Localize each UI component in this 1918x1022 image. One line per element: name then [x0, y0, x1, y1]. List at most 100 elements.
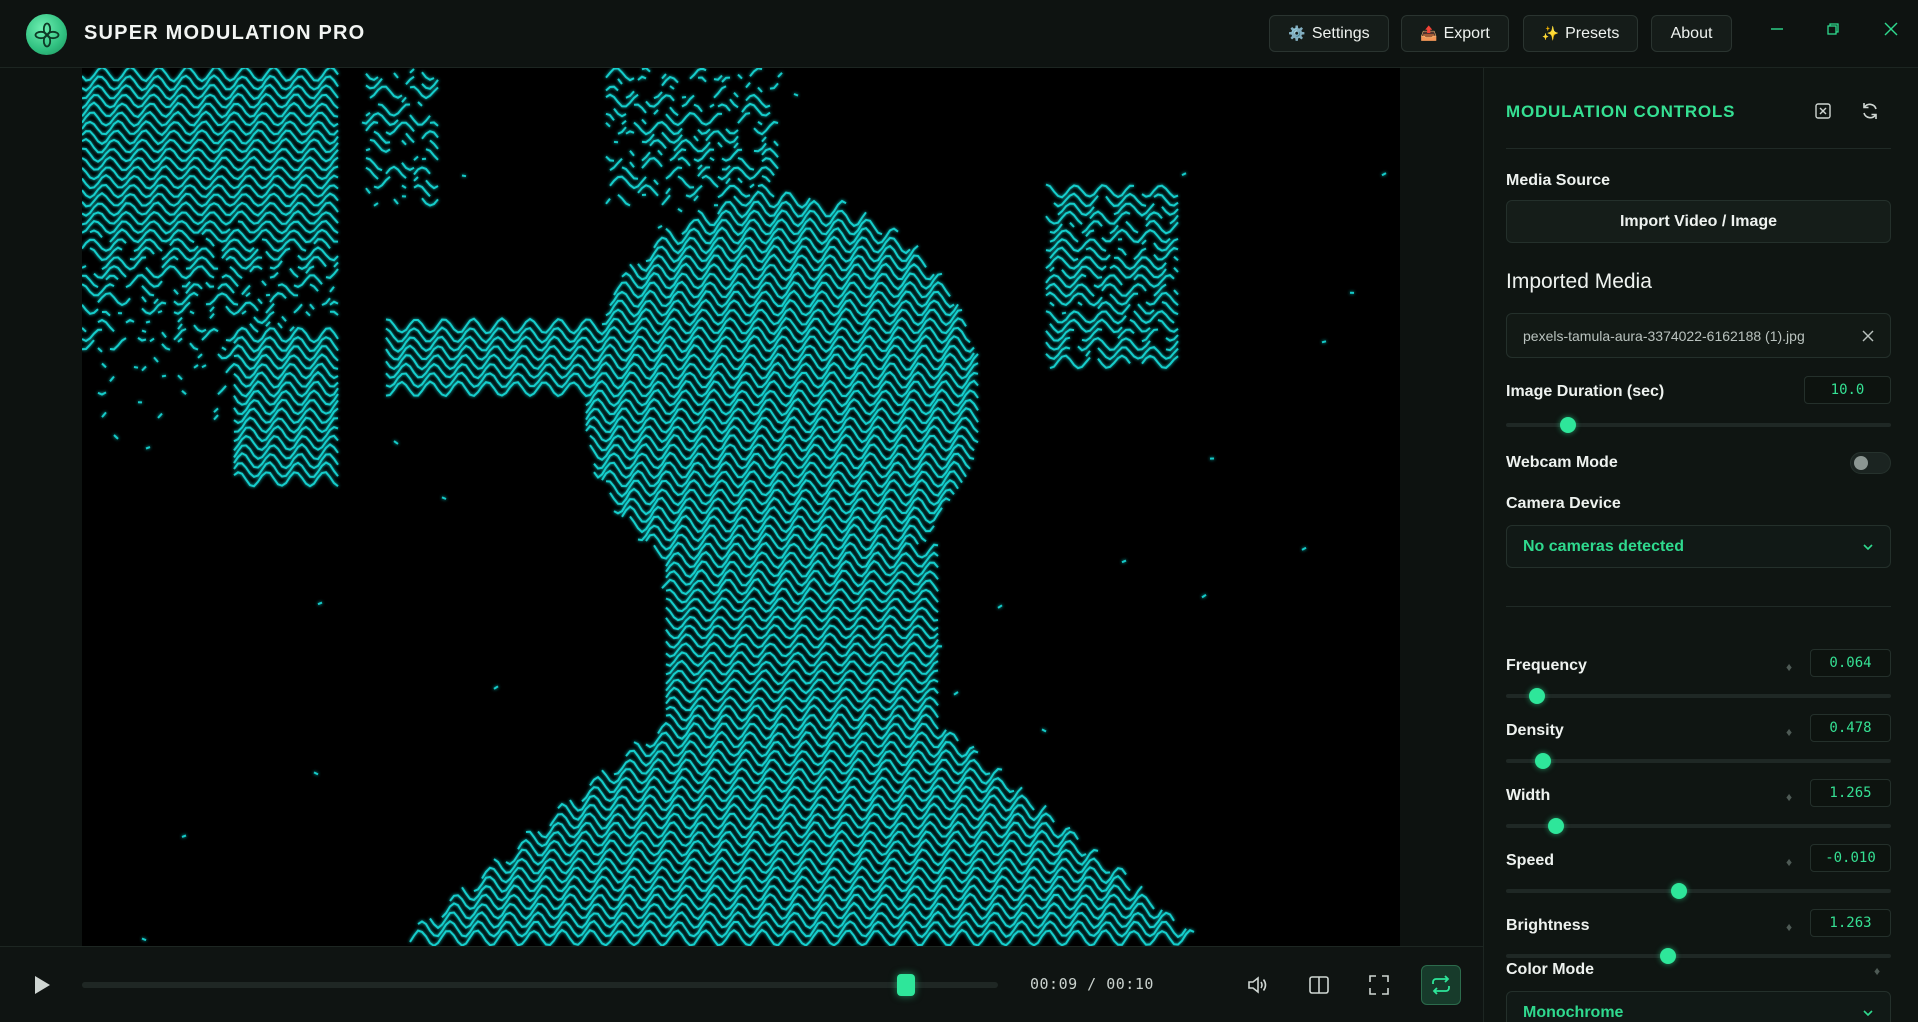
modulation-wave-line [666, 570, 1330, 586]
keyframe-diamond-icon[interactable]: ♦ [1786, 790, 1792, 804]
refresh-button[interactable] [1857, 98, 1883, 124]
modulation-wave-line [82, 264, 1362, 280]
color-mode-label: Color Mode [1506, 961, 1594, 978]
param-slider-thumb[interactable] [1659, 948, 1676, 964]
modulation-wave-line [90, 228, 1310, 245]
param-value-brightness[interactable]: 1.263 [1810, 909, 1891, 937]
close-window-button[interactable] [1876, 14, 1906, 44]
camera-device-label: Camera Device [1506, 495, 1621, 512]
import-media-button[interactable]: Import Video / Image [1506, 200, 1891, 243]
keyframe-diamond-icon[interactable]: ♦ [1786, 660, 1792, 674]
modulation-wave-line [82, 201, 1390, 217]
webcam-mode-toggle[interactable] [1850, 452, 1891, 474]
param-label-density: Density [1506, 722, 1564, 739]
timeline-scrubber[interactable] [82, 974, 998, 996]
param-slider-frequency[interactable] [1506, 688, 1891, 704]
modulation-wave-line [90, 246, 1290, 263]
modulation-wave-line [138, 399, 1390, 415]
modulation-wave-line [614, 498, 1286, 514]
imported-file-item: pexels-tamula-aura-3374022-6162188 (1).j… [1506, 313, 1891, 358]
minimize-icon [1771, 28, 1783, 30]
imported-file-name: pexels-tamula-aura-3374022-6162188 (1).j… [1523, 328, 1805, 344]
remove-file-button[interactable] [1858, 326, 1878, 346]
restore-window-button[interactable] [1818, 14, 1848, 44]
param-slider-speed[interactable] [1506, 883, 1891, 899]
media-source-label: Media Source [1506, 172, 1611, 189]
presets-button[interactable]: ✨ Presets [1523, 15, 1638, 52]
modulation-wave-line [666, 552, 1314, 568]
modulation-wave-line [102, 255, 1250, 271]
split-view-icon [1309, 976, 1329, 994]
fullscreen-icon [1369, 975, 1389, 995]
loop-icon [1432, 975, 1450, 995]
param-value-speed[interactable]: -0.010 [1810, 844, 1891, 872]
presets-button-label: Presets [1565, 24, 1620, 42]
param-value-width[interactable]: 1.265 [1810, 779, 1891, 807]
sparkles-icon: ✨ [1541, 25, 1560, 41]
camera-device-select[interactable]: No cameras detected [1506, 525, 1891, 568]
title-bar: SUPER MODULATION PRO ⚙️ Settings 📤 Expor… [0, 0, 1918, 68]
param-slider-density[interactable] [1506, 753, 1891, 769]
image-duration-slider-thumb[interactable] [1559, 417, 1576, 433]
modulation-wave-line [82, 219, 1378, 235]
param-slider-width[interactable] [1506, 818, 1891, 834]
modulation-wave-line [666, 697, 1330, 712]
param-label-frequency: Frequency [1506, 657, 1587, 674]
modulation-wave-line [82, 237, 1386, 253]
app-logo-icon [26, 14, 67, 55]
minimize-window-button[interactable] [1762, 14, 1792, 44]
param-value-density[interactable]: 0.478 [1810, 714, 1891, 742]
modulation-wave-line [110, 372, 1242, 388]
reset-view-button[interactable] [1810, 98, 1836, 124]
loop-button[interactable] [1421, 965, 1461, 1005]
modulation-preview-canvas[interactable] [82, 68, 1400, 946]
modulation-wave-line [666, 670, 1358, 684]
keyframe-diamond-icon[interactable]: ♦ [1874, 964, 1880, 978]
timeline-thumb[interactable] [897, 974, 916, 996]
keyframe-diamond-icon[interactable]: ♦ [1786, 920, 1792, 934]
chevron-down-icon [1863, 544, 1873, 551]
image-duration-slider[interactable] [1506, 417, 1891, 433]
volume-button[interactable] [1240, 967, 1276, 1003]
param-slider-thumb[interactable] [1671, 883, 1688, 899]
modulation-wave-line [538, 822, 1338, 838]
play-icon [35, 976, 50, 994]
image-duration-input[interactable]: 10.0 [1804, 376, 1891, 404]
color-mode-value: Monochrome [1523, 1004, 1624, 1021]
about-button[interactable]: About [1651, 15, 1732, 52]
param-slider-thumb[interactable] [1528, 688, 1545, 704]
play-button[interactable] [28, 971, 56, 999]
imported-media-heading: Imported Media [1506, 270, 1652, 293]
modulation-wave-line [666, 705, 1246, 721]
speaker-icon [1248, 976, 1267, 994]
export-button[interactable]: 📤 Export [1401, 15, 1509, 52]
fullscreen-button[interactable] [1361, 967, 1397, 1003]
param-slider-brightness[interactable] [1506, 948, 1891, 964]
color-mode-select[interactable]: Monochrome [1506, 991, 1891, 1022]
playback-bar: 00:09 / 00:10 [0, 946, 1483, 1022]
settings-button[interactable]: ⚙️ Settings [1269, 15, 1389, 52]
modulation-wave-line [234, 471, 1310, 487]
param-label-width: Width [1506, 787, 1551, 804]
keyframe-diamond-icon[interactable]: ♦ [1786, 725, 1792, 739]
param-slider-thumb[interactable] [1548, 818, 1565, 834]
export-button-label: Export [1443, 24, 1490, 42]
modulation-wave-line [666, 625, 1394, 639]
modulation-wave-line [82, 165, 1387, 182]
modulation-wave-line [558, 804, 1378, 820]
modulation-wave-line [666, 643, 1298, 657]
refresh-icon [1863, 103, 1877, 119]
modulation-wave-line [82, 192, 1398, 208]
modulated-image-render [82, 68, 1400, 946]
param-value-frequency[interactable]: 0.064 [1810, 649, 1891, 677]
gear-icon: ⚙️ [1288, 25, 1306, 41]
keyframe-diamond-icon[interactable]: ♦ [1786, 855, 1792, 869]
modulation-wave-line [82, 318, 1290, 334]
modulation-wave-line [581, 784, 1023, 804]
modulation-wave-line [102, 354, 1242, 370]
param-slider-thumb[interactable] [1534, 753, 1551, 769]
split-view-button[interactable] [1301, 967, 1337, 1003]
divider [1506, 606, 1891, 607]
modulation-wave-line [662, 579, 1382, 595]
image-duration-label: Image Duration (sec) [1506, 383, 1665, 400]
